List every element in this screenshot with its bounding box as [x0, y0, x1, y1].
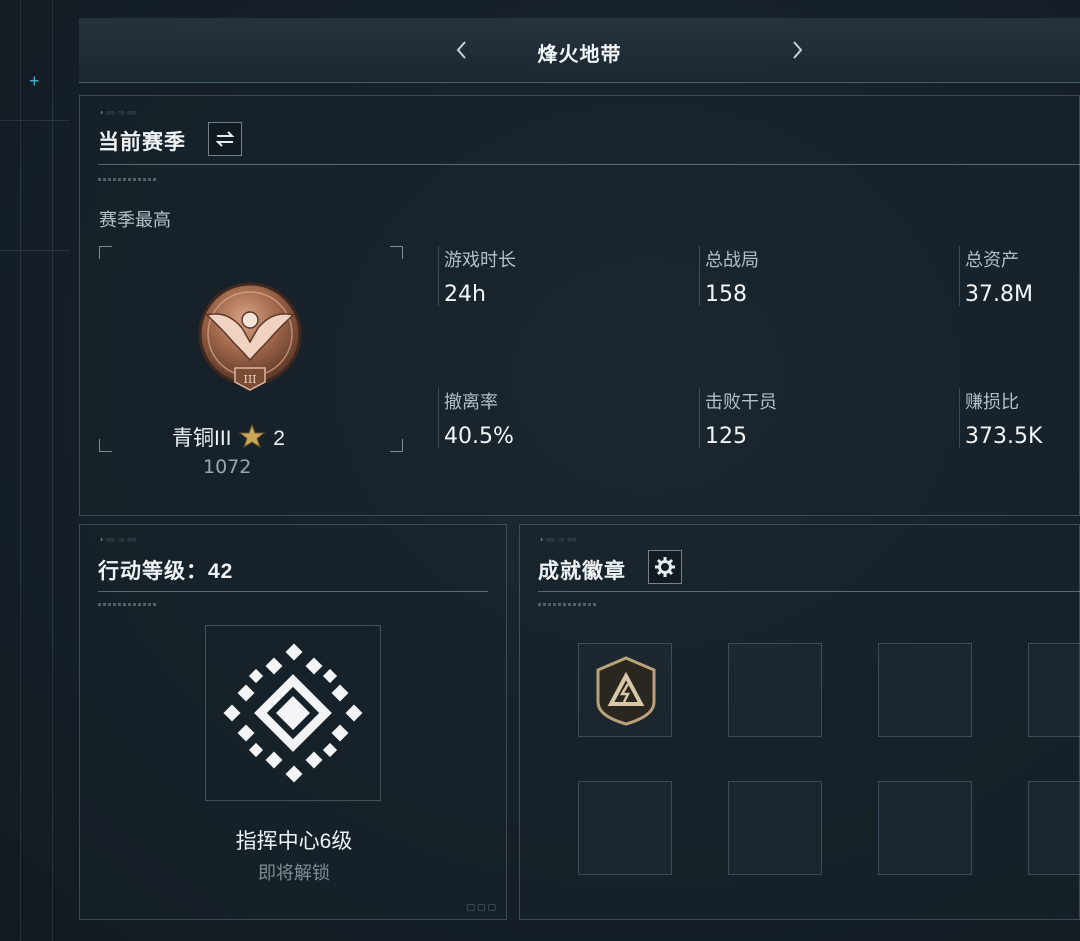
svg-text:III: III — [243, 373, 256, 386]
pagination-dots: ▢▢▢ — [466, 902, 498, 912]
rank-name-text: 青铜III — [172, 427, 232, 450]
season-best-label: 赛季最高 — [99, 210, 171, 230]
title-divider — [538, 591, 1080, 592]
switch-season-button[interactable] — [208, 122, 242, 156]
stat-separator — [438, 246, 439, 306]
stat-value: 373.5K — [965, 424, 1043, 449]
stat-value: 158 — [705, 282, 747, 307]
title-divider — [98, 591, 488, 592]
rank-star-count: 2 — [273, 427, 285, 450]
achievements-title: 成就徽章 — [538, 560, 626, 583]
stat-total-matches: 总战局 158 — [699, 246, 759, 307]
unlock-status: 即将解锁 — [258, 863, 330, 883]
background-line — [52, 0, 53, 941]
gear-icon — [655, 557, 675, 577]
chevron-right-icon — [793, 41, 803, 59]
stat-value: 37.8M — [965, 282, 1033, 307]
corner-bracket — [390, 246, 403, 259]
achievement-slot[interactable] — [1028, 643, 1080, 737]
achievement-slot[interactable] — [728, 781, 822, 875]
unlock-icon-frame — [205, 625, 381, 801]
stat-operators-defeated: 击败干员 125 — [699, 388, 777, 449]
stat-separator — [959, 246, 960, 306]
stat-play-time: 游戏时长 24h — [438, 246, 516, 307]
decorative-code: ▮ ▯▯▯ ▯▯ ▯▯▯ — [540, 537, 577, 543]
stat-extraction-rate: 撤离率 40.5% — [438, 388, 514, 449]
stat-label: 击败干员 — [705, 392, 777, 412]
stat-value: 125 — [705, 424, 747, 449]
stat-total-assets: 总资产 37.8M — [959, 246, 1033, 307]
title-divider — [98, 164, 1080, 165]
background-line — [0, 250, 70, 251]
stat-label: 总战局 — [705, 250, 759, 270]
decorative-code: ▮ ▯▯▯ ▯▯ ▯▯▯ — [100, 537, 137, 543]
achievement-settings-button[interactable] — [648, 550, 682, 584]
stat-label: 赚损比 — [965, 392, 1019, 412]
command-center-icon — [223, 643, 363, 783]
mode-title: 烽火地带 — [537, 44, 622, 66]
mode-header: 烽火地带 — [79, 18, 1080, 83]
divider-decoration — [538, 603, 598, 606]
achievement-badge-icon — [596, 656, 656, 726]
action-level-title: 行动等级：42 — [98, 560, 234, 583]
background-line — [0, 120, 70, 121]
background-line — [20, 0, 21, 941]
unlock-name: 指挥中心6级 — [235, 830, 353, 853]
achievement-slot[interactable] — [878, 781, 972, 875]
stat-label: 撤离率 — [444, 392, 498, 412]
achievement-slot[interactable] — [578, 643, 672, 737]
achievement-slot[interactable] — [578, 781, 672, 875]
decorative-code: ▮ ▯▯▯ ▯▯ ▯▯▯ — [100, 110, 137, 116]
crosshair-decoration: + — [29, 71, 40, 91]
rank-score: 1072 — [203, 456, 252, 478]
achievements-panel: ▮ ▯▯▯ ▯▯ ▯▯▯ 成就徽章 — [519, 524, 1080, 920]
rank-name: 青铜III 2 — [172, 422, 285, 452]
stat-separator — [438, 388, 439, 448]
star-icon — [238, 423, 266, 449]
action-level-panel: ▮ ▯▯▯ ▯▯ ▯▯▯ 行动等级：42 指挥中心6级 即将解锁 ▢▢▢ — [79, 524, 507, 920]
rank-box: III 青铜III 2 1072 — [99, 246, 403, 478]
divider-decoration — [98, 603, 158, 606]
stat-value: 40.5% — [444, 424, 514, 449]
achievement-slot[interactable] — [728, 643, 822, 737]
achievement-slot[interactable] — [878, 643, 972, 737]
corner-bracket — [99, 246, 112, 259]
season-title: 当前赛季 — [98, 131, 186, 154]
bronze-eagle-rank-icon: III — [198, 282, 302, 391]
stat-separator — [699, 246, 700, 306]
season-panel: ▮ ▯▯▯ ▯▯ ▯▯▯ 当前赛季 赛季最高 III 青铜III 2 1072 … — [79, 95, 1080, 516]
stat-label: 总资产 — [965, 250, 1019, 270]
stat-separator — [699, 388, 700, 448]
corner-bracket — [390, 439, 403, 452]
swap-icon — [215, 131, 235, 147]
next-mode-button[interactable] — [783, 35, 811, 65]
stat-value: 24h — [444, 282, 486, 307]
stat-profit-loss-ratio: 赚损比 373.5K — [959, 388, 1043, 449]
corner-bracket — [99, 439, 112, 452]
stat-separator — [959, 388, 960, 448]
stat-label: 游戏时长 — [444, 250, 516, 270]
divider-decoration — [98, 178, 158, 181]
achievement-slot[interactable] — [1028, 781, 1080, 875]
